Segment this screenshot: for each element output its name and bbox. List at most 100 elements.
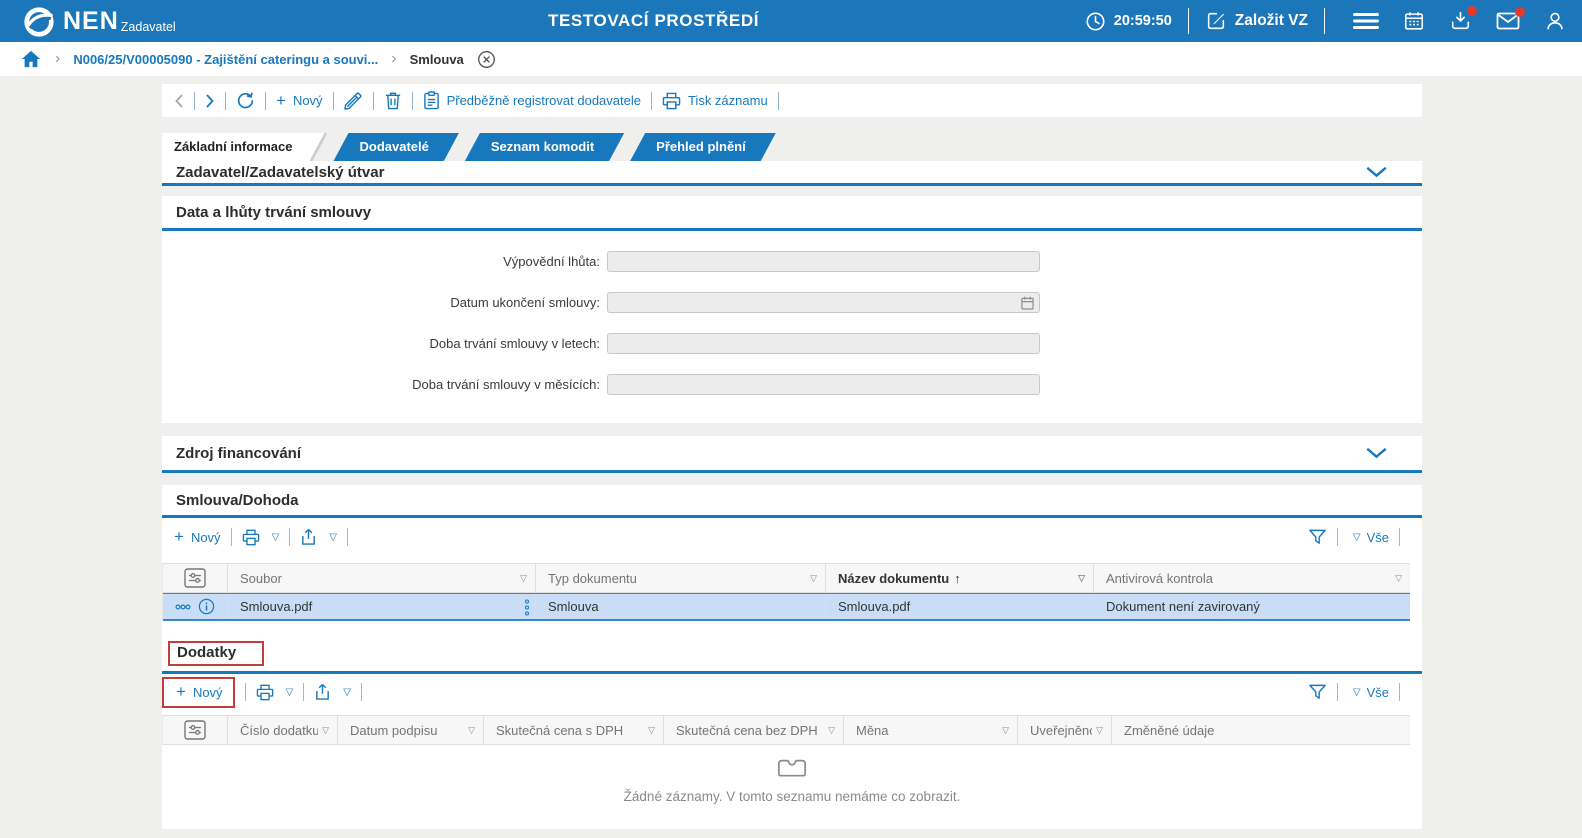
dodatky-new-button[interactable]: + Nový <box>176 685 223 700</box>
tab-dodavatele[interactable]: Dodavatelé <box>333 133 458 161</box>
column-header-datum-podpisu[interactable]: Datum podpisu ▽ <box>338 716 484 744</box>
dodatky-export-button[interactable]: ▽ <box>314 683 351 701</box>
column-header-antivirova-kontrola[interactable]: Antivirová kontrola ▽ <box>1094 564 1410 592</box>
section-data-lhuty-title: Data a lhůty trvání smlouvy <box>162 196 1422 231</box>
smlouva-filter-button[interactable] <box>1308 528 1327 546</box>
user-icon <box>1544 10 1566 32</box>
menu-button[interactable] <box>1353 11 1379 31</box>
dodatky-view-dropdown-icon[interactable]: ▽ <box>1353 687 1361 698</box>
section-zadavatel: Zadavatel/Zadavatelský útvar <box>162 161 1422 186</box>
clock: 20:59:50 <box>1085 11 1172 32</box>
smlouva-export-button[interactable]: ▽ <box>300 528 337 546</box>
smlouva-new-button[interactable]: + Nový <box>174 530 221 545</box>
datepicker-button[interactable] <box>1021 296 1034 310</box>
preregister-supplier-button[interactable]: Předběžně registrovat dodavatele <box>423 91 641 110</box>
column-settings-button[interactable] <box>163 564 228 592</box>
column-settings-button[interactable] <box>163 716 228 744</box>
column-filter-icon[interactable]: ▽ <box>828 725 835 736</box>
nav-back-button[interactable] <box>174 93 184 109</box>
new-record-button[interactable]: + Nový <box>276 93 323 108</box>
dodatky-view-all-button[interactable]: Vše <box>1367 685 1389 700</box>
nav-forward-button[interactable] <box>205 93 215 109</box>
field-label-datum-ukonceni: Datum ukončení smlouvy: <box>162 295 607 310</box>
column-filter-icon[interactable]: ▽ <box>810 573 817 584</box>
smlouva-view-all-button[interactable]: Vše <box>1367 530 1389 545</box>
column-filter-icon[interactable]: ▽ <box>468 725 475 736</box>
dodatky-filter-button[interactable] <box>1308 683 1327 701</box>
dodatky-print-button[interactable]: ▽ <box>256 684 294 701</box>
cell-nazev-dokumentu: Smlouva.pdf <box>826 594 1094 619</box>
close-tab-button[interactable] <box>477 50 496 69</box>
refresh-button[interactable] <box>236 91 255 110</box>
tab-zakladni-informace[interactable]: Základní informace <box>162 133 327 161</box>
column-filter-icon[interactable]: ▽ <box>1096 725 1103 736</box>
doba-trvani-mesicich-input[interactable] <box>607 374 1040 395</box>
chevron-right-icon <box>205 93 215 109</box>
expand-section-button[interactable] <box>1365 447 1388 459</box>
form-row: Doba trvání smlouvy v měsících: <box>162 374 1422 395</box>
chevron-left-icon <box>174 93 184 109</box>
delete-button[interactable] <box>384 91 402 110</box>
smlouva-view-dropdown-icon[interactable]: ▽ <box>1353 532 1361 543</box>
column-header-mena[interactable]: Měna ▽ <box>844 716 1018 744</box>
home-button[interactable] <box>20 49 42 69</box>
create-vz-button[interactable]: Založit VZ <box>1205 10 1308 32</box>
edit-button[interactable] <box>344 91 363 110</box>
row-info-button[interactable] <box>198 598 215 615</box>
datum-ukonceni-input[interactable] <box>607 292 1040 313</box>
breadcrumb-record-link[interactable]: N006/25/V00005090 - Zajištění cateringu … <box>73 52 378 67</box>
doba-trvani-letech-input[interactable] <box>607 333 1040 354</box>
column-filter-icon[interactable]: ▽ <box>1395 573 1402 584</box>
column-header-uverejneno[interactable]: Uveřejněno ▽ <box>1018 716 1112 744</box>
column-header-cislo-dodatku[interactable]: Číslo dodatku ▽ <box>228 716 338 744</box>
column-header-soubor[interactable]: Soubor ▽ <box>228 564 536 592</box>
downloads-button[interactable] <box>1449 10 1472 32</box>
column-header-skutecna-cena-bez-dph[interactable]: Skutečná cena bez DPH ▽ <box>664 716 844 744</box>
plus-icon: + <box>176 685 186 699</box>
column-filter-icon[interactable]: ▽ <box>520 573 527 584</box>
cell-soubor: Smlouva.pdf <box>228 594 536 619</box>
column-header-skutecna-cena-s-dph[interactable]: Skutečná cena s DPH ▽ <box>484 716 664 744</box>
user-button[interactable] <box>1544 10 1566 32</box>
field-label-vypovedni-lhuta: Výpovědní lhůta: <box>162 254 607 269</box>
form-row: Datum ukončení smlouvy: <box>162 292 1422 313</box>
chevron-down-icon <box>1365 166 1388 178</box>
toolbar-separator <box>373 92 374 110</box>
toolbar-separator <box>303 683 304 701</box>
tab-seznam-komodit[interactable]: Seznam komodit <box>465 133 624 161</box>
print-record-button[interactable]: Tisk záznamu <box>662 92 768 110</box>
smlouva-table: Soubor ▽ Typ dokumentu ▽ Název dokumentu… <box>162 563 1410 621</box>
form-row: Výpovědní lhůta: <box>162 251 1422 272</box>
column-filter-icon[interactable]: ▽ <box>1002 725 1009 736</box>
smlouva-print-button[interactable]: ▽ <box>242 529 280 546</box>
form-row: Doba trvání smlouvy v letech: <box>162 333 1422 354</box>
column-filter-icon[interactable]: ▽ <box>322 725 329 736</box>
expand-section-button[interactable] <box>1365 166 1388 178</box>
vypovedni-lhuta-input[interactable] <box>607 251 1040 272</box>
section-zadavatel-title: Zadavatel/Zadavatelský útvar <box>176 164 384 181</box>
calendar-button[interactable] <box>1403 10 1425 32</box>
column-filter-icon[interactable]: ▽ <box>648 725 655 736</box>
column-header-typ-dokumentu[interactable]: Typ dokumentu ▽ <box>536 564 826 592</box>
compose-icon <box>1205 10 1227 32</box>
column-filter-icon[interactable]: ▽ <box>1078 573 1085 584</box>
messages-button[interactable] <box>1496 11 1520 31</box>
column-header-nazev-dokumentu[interactable]: Název dokumentu↑ ▽ <box>826 564 1094 592</box>
smlouva-new-label: Nový <box>191 530 221 545</box>
row-more-actions-button[interactable] <box>175 604 191 610</box>
trash-icon <box>384 91 402 110</box>
dodatky-empty-text: Žádné záznamy. V tomto seznamu nemáme co… <box>162 789 1422 804</box>
smlouva-list-toolbar: + Nový ▽ ▽ <box>162 518 1422 556</box>
breadcrumb-separator-icon: › <box>391 50 396 68</box>
dodatky-new-annotation-box: + Nový <box>162 677 235 708</box>
tab-prehled-plneni[interactable]: Přehled plnění <box>630 133 776 161</box>
smlouva-table-row-selected[interactable]: Smlouva.pdf Smlouva Smlouva.pdf Dokument… <box>163 593 1410 621</box>
column-header-zmenene-udaje[interactable]: Změněné údaje <box>1112 716 1410 744</box>
nen-logo[interactable]: NEN Zadavatel <box>0 2 176 40</box>
toolbar-separator <box>1399 683 1400 701</box>
dodatky-table-header: Číslo dodatku ▽ Datum podpisu ▽ Skutečná… <box>163 716 1410 745</box>
nen-logo-icon <box>22 5 56 39</box>
column-drag-handle[interactable] <box>523 599 531 616</box>
drag-dots-icon <box>523 599 531 616</box>
dropdown-arrow-icon: ▽ <box>286 687 294 698</box>
